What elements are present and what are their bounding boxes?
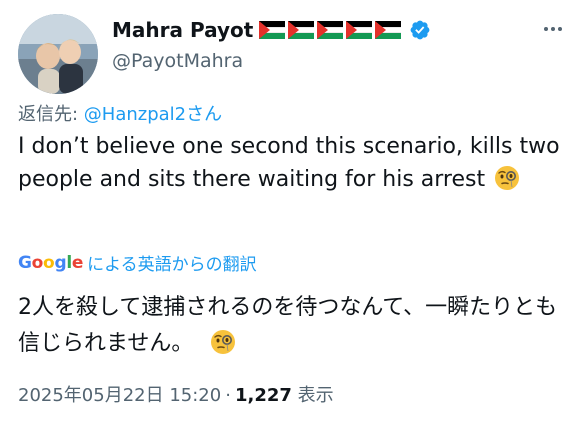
tweet-text-content: I don’t believe one second this scenario…	[18, 134, 560, 192]
reply-target-link[interactable]: @Hanzpal2さん	[84, 104, 222, 125]
translation-link[interactable]: による英語からの翻訳	[87, 250, 257, 275]
translated-text-content: 2人を殺して逮捕されるのを待つなんて、一瞬たりとも信じられません。	[18, 295, 558, 356]
more-options-button[interactable]	[538, 16, 568, 42]
name-row: Mahra Payot	[112, 18, 431, 42]
google-logo: Google	[18, 252, 84, 273]
more-dot	[551, 27, 555, 31]
palestine-flag-icon	[346, 21, 373, 39]
palestine-flag-icon	[288, 21, 315, 39]
more-dot	[544, 27, 548, 31]
face-with-monocle-icon	[211, 330, 236, 354]
tweet-card: Mahra Payot @PayotMahra 返信先: @Hanzpal2さん…	[0, 0, 586, 436]
tweet-meta: 2025年05月22日 15:20 · 1,227 表示	[18, 381, 334, 407]
reply-to-line: 返信先: @Hanzpal2さん	[18, 100, 222, 126]
display-name[interactable]: Mahra Payot	[112, 18, 253, 42]
view-count: 1,227	[234, 385, 292, 406]
translated-text: 2人を殺して逮捕されるのを待つなんて、一瞬たりとも信じられません。	[18, 290, 574, 362]
more-dot	[558, 27, 562, 31]
face-with-monocle-icon	[495, 166, 520, 190]
palestine-flag-icon	[259, 21, 286, 39]
user-handle[interactable]: @PayotMahra	[112, 50, 243, 72]
flag-emoji-group	[259, 21, 402, 39]
palestine-flag-icon	[317, 21, 344, 39]
avatar[interactable]	[18, 14, 98, 94]
reply-prefix: 返信先:	[18, 104, 84, 125]
tweet-text: I don’t believe one second this scenario…	[18, 130, 574, 196]
translation-attribution: Google による英語からの翻訳	[18, 250, 257, 276]
view-count-label: 表示	[297, 385, 334, 406]
palestine-flag-icon	[375, 21, 402, 39]
verified-badge-icon[interactable]	[409, 19, 431, 41]
meta-separator: ·	[225, 385, 231, 406]
tweet-timestamp[interactable]: 2025年05月22日 15:20	[18, 385, 221, 406]
